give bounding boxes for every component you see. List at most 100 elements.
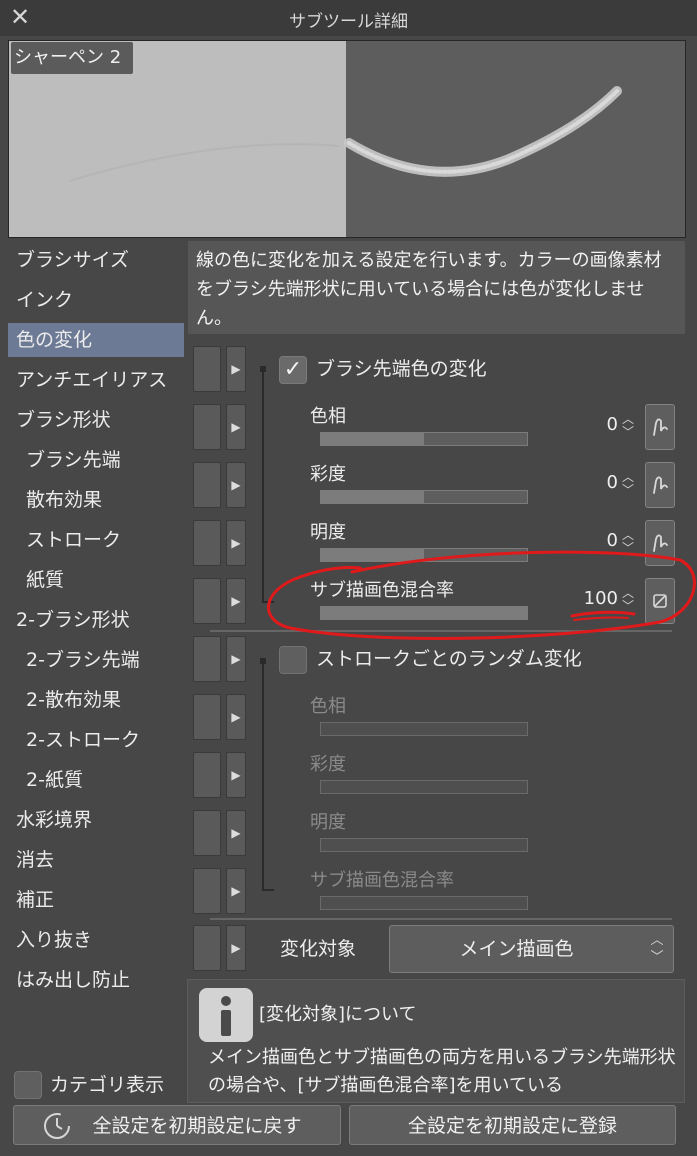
param-slider[interactable]: [320, 490, 528, 504]
row-toggle-button[interactable]: [193, 752, 221, 798]
group1-bracket-foot: [262, 601, 274, 603]
spinner-arrows-icon[interactable]: ︿ ﹀: [620, 529, 636, 557]
register-all-button[interactable]: 全設定を初期設定に登録: [349, 1105, 676, 1145]
group2-checkbox[interactable]: [279, 646, 307, 674]
updown-chevron-icon: ︿ ﹀: [650, 933, 664, 965]
expand-arrow-icon[interactable]: ▶: [226, 520, 246, 566]
reset-all-button[interactable]: 全設定を初期設定に戻す: [13, 1105, 341, 1145]
expand-arrow-icon[interactable]: ▶: [226, 694, 246, 740]
slider-fill: [321, 607, 527, 619]
expand-arrow-icon[interactable]: ▶: [226, 925, 246, 971]
window-title: サブツール詳細: [289, 12, 408, 32]
category-item[interactable]: ブラシサイズ: [8, 243, 184, 277]
pen-pressure-icon[interactable]: [645, 520, 675, 566]
param-slider[interactable]: [320, 432, 528, 446]
row-toggle-button[interactable]: [193, 404, 221, 450]
category-item[interactable]: 2-ストローク: [8, 723, 184, 757]
no-pressure-icon[interactable]: [645, 578, 675, 624]
tool-name-label: シャーペン 2: [11, 42, 134, 74]
group-separator: [210, 630, 672, 632]
group2-bracket-foot: [262, 889, 274, 891]
category-display-checkbox[interactable]: [14, 1071, 42, 1099]
row-toggle-button[interactable]: [193, 520, 221, 566]
expand-arrow-icon[interactable]: ▶: [226, 346, 246, 392]
category-item[interactable]: 紙質: [8, 563, 184, 597]
category-display-label: カテゴリ表示: [50, 1074, 165, 1096]
info-box: [変化対象]について メイン描画色とサブ描画色の両方を用いるブラシ先端形状の場合…: [187, 979, 685, 1103]
param-label: 色相: [310, 406, 346, 427]
spinner-arrows-icon[interactable]: ︿ ﹀: [620, 471, 636, 499]
category-item[interactable]: 2-ブラシ先端: [8, 643, 184, 677]
info-title: [変化対象]について: [259, 1004, 417, 1025]
info-icon: [199, 988, 253, 1042]
row-toggle-button[interactable]: [193, 868, 221, 914]
param-label: 色相: [310, 696, 346, 717]
category-item[interactable]: 補正: [8, 883, 184, 917]
spinner-arrows-icon[interactable]: ︿ ﹀: [620, 587, 636, 615]
expand-arrow-icon[interactable]: ▶: [226, 868, 246, 914]
pen-pressure-icon[interactable]: [645, 462, 675, 508]
change-target-label: 変化対象: [280, 938, 357, 960]
param-label: サブ描画色混合率: [310, 580, 454, 601]
category-item[interactable]: 2-紙質: [8, 763, 184, 797]
param-slider[interactable]: [320, 838, 528, 852]
param-label: 明度: [310, 812, 346, 833]
row-toggle-button[interactable]: [193, 578, 221, 624]
group2-bracket: [262, 660, 264, 890]
expand-arrow-icon[interactable]: ▶: [226, 752, 246, 798]
register-all-label: 全設定を初期設定に登録: [407, 1115, 617, 1137]
param-value[interactable]: 0: [568, 471, 618, 495]
expand-arrow-icon[interactable]: ▶: [226, 636, 246, 682]
spinner-arrows-icon[interactable]: ︿ ﹀: [620, 413, 636, 441]
param-label: 明度: [310, 522, 346, 543]
description-text: 線の色に変化を加える設定を行います。カラーの画像素材をブラシ先端形状に用いている…: [188, 241, 685, 334]
param-label: サブ描画色混合率: [310, 870, 454, 891]
row-toggle-button[interactable]: [193, 462, 221, 508]
param-slider[interactable]: [320, 722, 528, 736]
category-item[interactable]: 散布効果: [8, 483, 184, 517]
expand-arrow-icon[interactable]: ▶: [226, 578, 246, 624]
change-target-select[interactable]: メイン描画色 ︿ ﹀: [389, 925, 674, 973]
row-toggle-button[interactable]: [193, 636, 221, 682]
group1-checkbox[interactable]: ✓: [279, 356, 307, 384]
category-item[interactable]: 2-散布効果: [8, 683, 184, 717]
category-item[interactable]: 2-ブラシ形状: [8, 603, 184, 637]
category-item[interactable]: 入り抜き: [8, 923, 184, 957]
target-separator: [210, 918, 672, 920]
category-item[interactable]: 色の変化: [8, 323, 184, 357]
category-item[interactable]: ブラシ先端: [8, 443, 184, 477]
pen-pressure-icon[interactable]: [645, 404, 675, 450]
change-target-value: メイン描画色: [459, 938, 574, 960]
param-label: 彩度: [310, 464, 346, 485]
param-slider[interactable]: [320, 606, 528, 620]
expand-arrow-icon[interactable]: ▶: [226, 404, 246, 450]
param-slider[interactable]: [320, 896, 528, 910]
reset-all-label: 全設定を初期設定に戻す: [92, 1115, 302, 1137]
row-toggle-button[interactable]: [193, 694, 221, 740]
slider-fill: [321, 491, 424, 503]
category-item[interactable]: 水彩境界: [8, 803, 184, 837]
category-item[interactable]: 消去: [8, 843, 184, 877]
category-item[interactable]: アンチエイリアス: [8, 363, 184, 397]
group2-bracket-dot: [260, 658, 266, 664]
row-toggle-button[interactable]: [193, 810, 221, 856]
category-item[interactable]: はみ出し防止: [8, 963, 184, 997]
group2-label: ストロークごとのランダム変化: [316, 648, 582, 670]
expand-arrow-icon[interactable]: ▶: [226, 810, 246, 856]
row-toggle-button[interactable]: [193, 346, 221, 392]
category-item[interactable]: ストローク: [8, 523, 184, 557]
category-item[interactable]: ブラシ形状: [8, 403, 184, 437]
slider-fill: [321, 433, 424, 445]
param-label: 彩度: [310, 754, 346, 775]
param-value[interactable]: 100: [568, 587, 618, 611]
group1-bracket-dot: [260, 366, 266, 372]
param-slider[interactable]: [320, 548, 528, 562]
title-bar: ✕ サブツール詳細: [0, 0, 697, 36]
expand-arrow-icon[interactable]: ▶: [226, 462, 246, 508]
category-item[interactable]: インク: [8, 283, 184, 317]
param-slider[interactable]: [320, 780, 528, 794]
param-value[interactable]: 0: [568, 413, 618, 437]
row-toggle-button[interactable]: [193, 925, 221, 971]
group1-label: ブラシ先端色の変化: [316, 358, 487, 380]
param-value[interactable]: 0: [568, 529, 618, 553]
